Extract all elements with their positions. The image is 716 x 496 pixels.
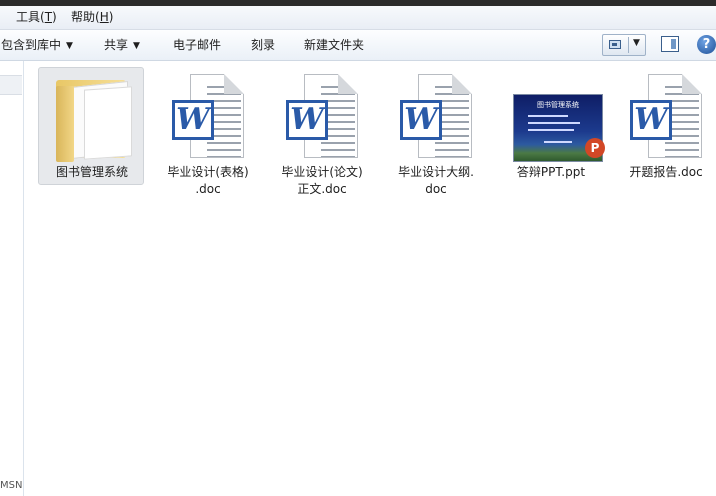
- view-button-separator: [628, 37, 629, 53]
- file-name: 毕业设计大纲. doc: [398, 165, 474, 196]
- word-document-icon: W: [168, 70, 248, 162]
- menu-bar: 工具(T) 帮助(H): [0, 6, 716, 30]
- burn-button[interactable]: 刻录: [251, 37, 275, 53]
- preview-pane-icon[interactable]: [661, 36, 679, 52]
- view-icon: [609, 40, 621, 49]
- nav-item-label[interactable]: MSN: [0, 480, 22, 491]
- file-list[interactable]: 图书管理系统 W 毕业设计(表格) .doc W 毕业设计(论文) 正文.doc…: [24, 61, 716, 496]
- file-item-doc[interactable]: W 毕业设计大纲. doc: [382, 67, 488, 196]
- nav-selected-item[interactable]: [0, 75, 22, 95]
- file-item-doc[interactable]: W 开题报告.doc: [612, 67, 716, 185]
- email-button[interactable]: 电子邮件: [173, 37, 221, 53]
- word-logo-icon: W: [630, 100, 672, 140]
- word-document-icon: W: [626, 70, 706, 162]
- file-name: 毕业设计(论文) 正文.doc: [281, 165, 363, 196]
- word-logo-icon: W: [400, 100, 442, 140]
- word-document-icon: W: [282, 70, 362, 162]
- word-document-icon: W: [396, 70, 476, 162]
- file-item-doc[interactable]: W 毕业设计(表格) .doc: [154, 67, 260, 196]
- word-logo-icon: W: [172, 100, 214, 140]
- file-item-folder[interactable]: 图书管理系统: [38, 67, 144, 185]
- powerpoint-thumbnail: 图书管理系统 P: [511, 70, 605, 162]
- menu-help[interactable]: 帮助(H): [71, 10, 113, 25]
- word-logo-icon: W: [286, 100, 328, 140]
- share-button[interactable]: 共享 ▼: [104, 37, 140, 55]
- file-item-ppt[interactable]: 图书管理系统 P 答辩PPT.ppt: [497, 67, 605, 185]
- file-name: 毕业设计(表格) .doc: [167, 165, 249, 196]
- folder-icon: [52, 70, 132, 162]
- navigation-pane[interactable]: [0, 61, 24, 496]
- chevron-down-icon[interactable]: ▼: [633, 38, 640, 48]
- change-view-button[interactable]: ▼: [602, 34, 646, 56]
- menu-tools[interactable]: 工具(T): [16, 10, 57, 25]
- file-name: 图书管理系统: [55, 165, 128, 179]
- help-icon[interactable]: ?: [697, 35, 716, 54]
- slide-title: 图书管理系统: [537, 101, 579, 109]
- file-name: 答辩PPT.ppt: [516, 165, 586, 179]
- powerpoint-logo-icon: P: [585, 138, 605, 158]
- file-item-doc[interactable]: W 毕业设计(论文) 正文.doc: [268, 67, 374, 196]
- new-folder-button[interactable]: 新建文件夹: [304, 37, 364, 53]
- file-name: 开题报告.doc: [629, 165, 703, 179]
- chevron-down-icon: ▼: [133, 41, 140, 51]
- include-in-library-button[interactable]: 包含到库中 ▼: [1, 37, 73, 55]
- chevron-down-icon: ▼: [66, 41, 73, 51]
